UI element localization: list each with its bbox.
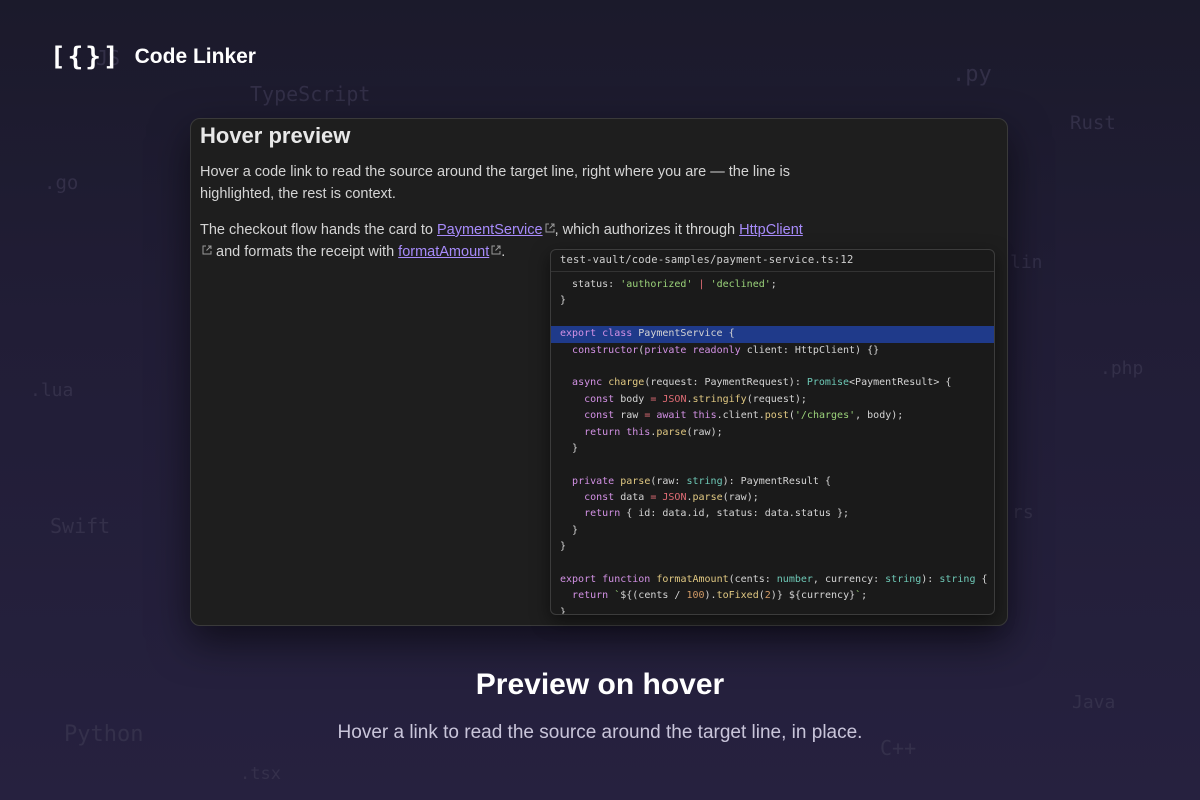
- code-line: ​: [551, 359, 994, 375]
- bg-word: .lua: [30, 380, 74, 401]
- bg-word: .py: [952, 62, 992, 87]
- code-line: return this.parse(raw);: [584, 426, 723, 438]
- code-line: return { id: data.id, status: data.statu…: [584, 508, 849, 520]
- body-text: .: [501, 244, 506, 260]
- code-line: async charge(request: PaymentRequest): P…: [572, 377, 952, 389]
- bg-word: rs: [1012, 502, 1034, 523]
- code-line: constructor(private readonly client: Htt…: [572, 344, 880, 356]
- link-label[interactable]: PaymentService: [437, 222, 543, 238]
- code-link-payment-service[interactable]: PaymentService: [437, 222, 555, 238]
- code-line: status: 'authorized' | 'declined';: [560, 279, 777, 290]
- bg-word: lin: [1010, 252, 1043, 273]
- panel-title: Hover preview: [200, 123, 351, 148]
- panel-intro: Hover a code link to read the source aro…: [200, 164, 790, 202]
- code-line: ​: [551, 556, 994, 572]
- code-line: const data = JSON.parse(raw);: [584, 492, 759, 504]
- brand-logo: [{}] Code Linker: [50, 42, 256, 72]
- external-link-icon: [491, 245, 501, 255]
- bg-word: .tsx: [240, 764, 281, 784]
- code-preview-popover[interactable]: test-vault/code-samples/payment-service.…: [550, 249, 995, 615]
- highlighted-code-line: export class PaymentService {: [551, 326, 994, 343]
- code-line: }: [560, 541, 567, 553]
- link-label[interactable]: formatAmount: [398, 244, 489, 260]
- body-text: The checkout flow hands the card to: [200, 222, 437, 238]
- bg-word: Swift: [50, 514, 111, 538]
- code-block: status: 'authorized' | 'declined';}​expo…: [551, 272, 994, 615]
- code-line: return `${(cents / 100).toFixed(2)} ${cu…: [572, 590, 868, 602]
- code-line: }: [560, 524, 579, 536]
- bg-word: TypeScript: [250, 82, 371, 106]
- hero-subtitle: Hover a link to read the source around t…: [337, 722, 863, 743]
- code-line: }: [560, 606, 567, 615]
- body-text: , which authorizes it through: [554, 222, 740, 238]
- bg-word: .go: [44, 172, 79, 194]
- code-line: private parse(raw: string): PaymentResul…: [572, 475, 831, 487]
- code-link-format-amount[interactable]: formatAmount: [398, 244, 501, 260]
- external-link-icon: [202, 245, 212, 255]
- bg-word: Rust: [1070, 112, 1116, 134]
- file-path-header: test-vault/code-samples/payment-service.…: [551, 250, 994, 272]
- hero-title: Preview on hover: [475, 668, 725, 701]
- body-text: and formats the receipt with: [212, 244, 399, 260]
- code-line: const raw = await this.client.post('/cha…: [584, 410, 904, 422]
- external-link-icon: [545, 223, 555, 233]
- code-line: ​: [551, 310, 994, 326]
- code-line: const body = JSON.stringify(request);: [584, 393, 807, 405]
- brand-name: Code Linker: [134, 45, 256, 68]
- code-line: export function formatAmount(cents: numb…: [560, 574, 988, 586]
- brackets-logo-icon: [{}]: [50, 42, 121, 72]
- code-line: }: [560, 295, 567, 307]
- bg-word: .php: [1100, 358, 1144, 379]
- code-line: ​: [551, 457, 994, 473]
- code-line: }: [560, 442, 579, 454]
- hover-preview-panel: Hover preview Hover a code link to read …: [190, 118, 1008, 626]
- link-label[interactable]: HttpClient: [739, 222, 803, 238]
